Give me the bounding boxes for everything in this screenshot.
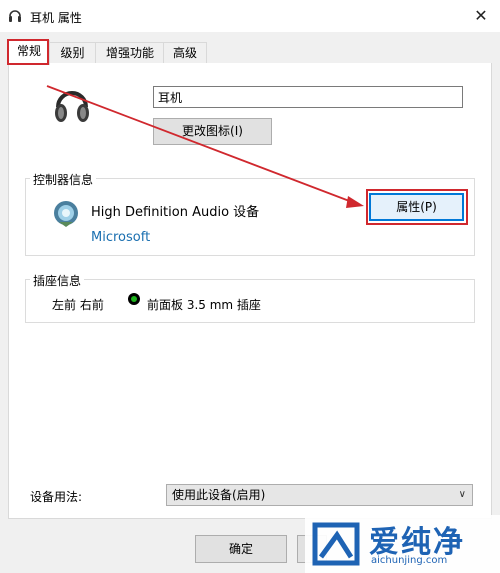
watermark-logo-icon bbox=[312, 522, 360, 566]
audio-device-icon bbox=[54, 201, 78, 227]
change-icon-button[interactable]: 更改图标(I) bbox=[153, 118, 272, 145]
watermark-url: aichunjing.com bbox=[371, 555, 448, 566]
window-title: 耳机 属性 bbox=[30, 11, 82, 25]
tab-general-highlight bbox=[7, 39, 49, 65]
jack-channels: 左前 右前 bbox=[52, 298, 104, 312]
title-bar: 耳机 属性 ✕ bbox=[0, 0, 500, 32]
jack-description: 前面板 3.5 mm 插座 bbox=[147, 298, 261, 312]
controller-info-label: 控制器信息 bbox=[30, 171, 97, 188]
tab-levels[interactable]: 级别 bbox=[48, 42, 97, 64]
device-usage-select[interactable]: 使用此设备(启用) ∨ bbox=[166, 484, 473, 506]
controller-vendor: Microsoft bbox=[91, 230, 151, 245]
device-name-input[interactable]: 耳机 bbox=[153, 86, 463, 108]
controller-name: High Definition Audio 设备 bbox=[91, 205, 260, 220]
jack-color-icon bbox=[128, 293, 140, 305]
device-usage-label: 设备用法: bbox=[30, 490, 83, 504]
headphone-icon bbox=[9, 10, 21, 22]
headphone-device-icon bbox=[55, 91, 89, 122]
ok-button[interactable]: 确定 bbox=[195, 535, 287, 563]
close-button[interactable]: ✕ bbox=[468, 4, 494, 28]
tab-enhancements[interactable]: 增强功能 bbox=[95, 42, 165, 64]
device-usage-value: 使用此设备(启用) bbox=[172, 488, 266, 502]
watermark: 爱纯净 aichunjing.com bbox=[305, 515, 500, 573]
properties-button[interactable]: 属性(P) bbox=[369, 193, 464, 221]
tab-advanced[interactable]: 高级 bbox=[163, 42, 207, 64]
jack-info-label: 插座信息 bbox=[30, 272, 85, 289]
chevron-down-icon: ∨ bbox=[458, 489, 466, 500]
